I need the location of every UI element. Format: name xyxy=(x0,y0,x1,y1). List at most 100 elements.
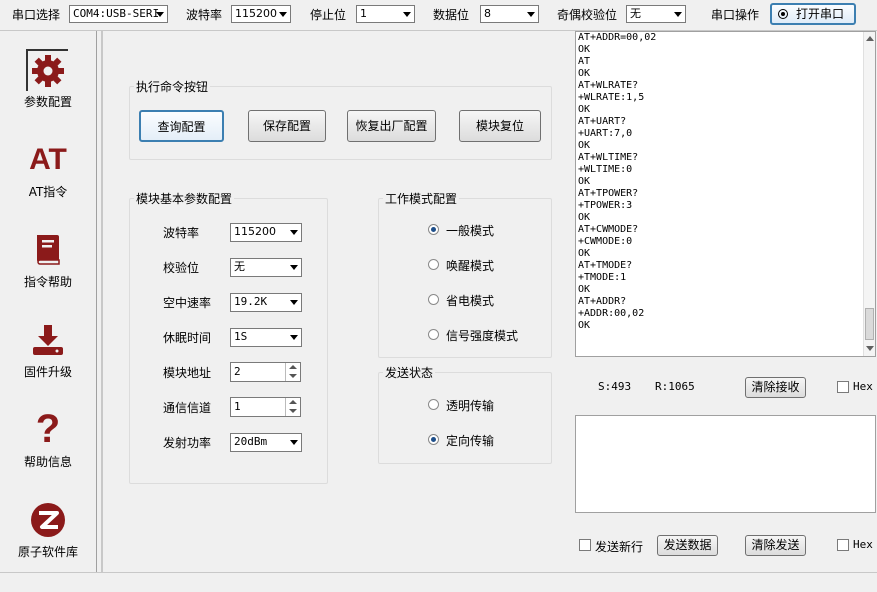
clear-send-button[interactable]: 清除发送 xyxy=(745,535,806,556)
workmode-option-label: 信号强度模式 xyxy=(446,329,519,343)
param-air-rate-value: 19.2K xyxy=(234,295,268,308)
param-power-select[interactable]: 20dBm xyxy=(230,433,302,452)
param-label-power: 发射功率 xyxy=(163,436,212,450)
at-icon: AT xyxy=(29,143,67,176)
receive-text: AT+ADDR=00,02 OK AT OK AT+WLRATE? +WLRAT… xyxy=(578,32,657,331)
chevron-down-icon xyxy=(286,294,301,310)
radio-button[interactable] xyxy=(428,259,439,270)
chevron-down-icon xyxy=(286,329,301,345)
chevron-down-icon xyxy=(286,259,301,275)
workmode-option[interactable]: 信号强度模式 xyxy=(428,327,538,343)
status-bar xyxy=(0,572,877,592)
clear-receive-button[interactable]: 清除接收 xyxy=(745,377,806,398)
sendstate-group xyxy=(378,372,552,464)
spinner-arrows-icon[interactable] xyxy=(285,363,300,381)
param-baud-select[interactable]: 115200 xyxy=(230,223,302,242)
sidebar-item-label: 固件升级 xyxy=(23,365,72,379)
stop-label: 停止位 xyxy=(310,8,347,22)
scroll-thumb[interactable] xyxy=(865,308,874,340)
receive-count: R:1065 xyxy=(655,380,695,393)
gear-icon xyxy=(32,55,64,87)
param-power-value: 20dBm xyxy=(234,435,268,448)
hex-send-checkbox[interactable] xyxy=(837,539,849,551)
chevron-down-icon xyxy=(670,6,685,22)
port-select[interactable]: COM4:USB-SERI xyxy=(69,5,168,23)
sendstate-option[interactable]: 定向传输 xyxy=(428,432,538,448)
receive-scrollbar[interactable] xyxy=(863,32,875,356)
top-toolbar: 串口选择 COM4:USB-SERI 波特率 115200 停止位 1 数据位 … xyxy=(0,0,877,30)
param-label-sleep: 休眠时间 xyxy=(163,331,212,345)
radio-button[interactable] xyxy=(428,399,439,410)
stop-select[interactable]: 1 xyxy=(356,5,415,23)
serial-op-label: 串口操作 xyxy=(711,8,760,22)
param-label-channel: 通信信道 xyxy=(163,401,212,415)
workmode-option[interactable]: 省电模式 xyxy=(428,292,538,308)
data-value: 8 xyxy=(484,7,491,20)
param-channel-spinner[interactable]: 1 xyxy=(230,397,301,417)
sidebar-item-firmware[interactable]: 固件升级 xyxy=(0,317,96,383)
restore-factory-button[interactable]: 恢复出厂配置 xyxy=(347,110,436,142)
param-label-parity: 校验位 xyxy=(163,261,200,275)
sendstate-option[interactable]: 透明传输 xyxy=(428,397,538,413)
workmode-option[interactable]: 一般模式 xyxy=(428,222,538,238)
open-port-button[interactable]: 打开串口 xyxy=(770,3,856,25)
sidebar-item-at[interactable]: AT AT指令 xyxy=(0,137,96,203)
basic-params-title: 模块基本参数配置 xyxy=(134,190,235,207)
port-value: COM4:USB-SERI xyxy=(73,7,160,20)
radio-button[interactable] xyxy=(428,224,439,235)
parity-label: 奇偶校验位 xyxy=(557,8,618,22)
param-address-value: 2 xyxy=(234,365,241,378)
send-data-button[interactable]: 发送数据 xyxy=(657,535,718,556)
data-label: 数据位 xyxy=(433,8,470,22)
radio-button[interactable] xyxy=(428,294,439,305)
hex-receive-checkbox[interactable] xyxy=(837,381,849,393)
param-address-spinner[interactable]: 2 xyxy=(230,362,301,382)
send-newline-label: 发送新行 xyxy=(595,540,644,554)
command-group-title: 执行命令按钮 xyxy=(134,78,211,95)
scroll-up-icon[interactable] xyxy=(866,36,874,41)
data-select[interactable]: 8 xyxy=(480,5,539,23)
param-parity-select[interactable]: 无 xyxy=(230,258,302,277)
power-icon xyxy=(778,9,788,19)
send-textarea[interactable] xyxy=(575,415,876,513)
spinner-arrows-icon[interactable] xyxy=(285,398,300,416)
radio-button[interactable] xyxy=(428,434,439,445)
stop-value: 1 xyxy=(360,7,367,20)
baud-label: 波特率 xyxy=(186,8,223,22)
parity-select[interactable]: 无 xyxy=(626,5,686,23)
chevron-down-icon xyxy=(275,6,290,22)
sidebar-item-help[interactable]: ? 帮助信息 xyxy=(0,407,96,473)
chevron-down-icon xyxy=(399,6,414,22)
param-baud-value: 115200 xyxy=(234,225,276,238)
param-sleep-value: 1S xyxy=(234,330,248,343)
query-config-button[interactable]: 查询配置 xyxy=(139,110,224,142)
chevron-down-icon xyxy=(286,224,301,240)
download-icon xyxy=(33,325,63,355)
sidebar-item-label: AT指令 xyxy=(28,185,68,199)
scroll-down-icon[interactable] xyxy=(866,346,874,351)
sidebar-item-label: 指令帮助 xyxy=(23,275,72,289)
module-reset-button[interactable]: 模块复位 xyxy=(459,110,541,142)
chevron-down-icon xyxy=(152,6,167,22)
send-newline-checkbox[interactable] xyxy=(579,539,591,551)
workmode-option[interactable]: 唤醒模式 xyxy=(428,257,538,273)
send-count: S:493 xyxy=(598,380,632,393)
workmode-option-label: 唤醒模式 xyxy=(446,259,495,273)
sendstate-option-label: 定向传输 xyxy=(446,434,495,448)
parity-value: 无 xyxy=(630,7,641,20)
param-label-address: 模块地址 xyxy=(163,366,212,380)
sidebar-item-label: 参数配置 xyxy=(23,95,72,109)
open-port-label: 打开串口 xyxy=(795,7,844,21)
param-sleep-select[interactable]: 1S xyxy=(230,328,302,347)
sidebar-item-library[interactable]: 原子软件库 xyxy=(0,497,96,563)
receive-textarea[interactable]: AT+ADDR=00,02 OK AT OK AT+WLRATE? +WLRAT… xyxy=(575,31,876,357)
save-config-button[interactable]: 保存配置 xyxy=(248,110,326,142)
param-label-baud: 波特率 xyxy=(163,226,200,240)
baud-select[interactable]: 115200 xyxy=(231,5,291,23)
radio-button[interactable] xyxy=(428,329,439,340)
sidebar-item-label: 原子软件库 xyxy=(17,545,78,559)
param-air-rate-select[interactable]: 19.2K xyxy=(230,293,302,312)
sidebar-item-cmd-help[interactable]: 指令帮助 xyxy=(0,227,96,293)
sidebar-item-label: 帮助信息 xyxy=(23,455,72,469)
sidebar-item-params[interactable]: 参数配置 xyxy=(0,47,96,113)
